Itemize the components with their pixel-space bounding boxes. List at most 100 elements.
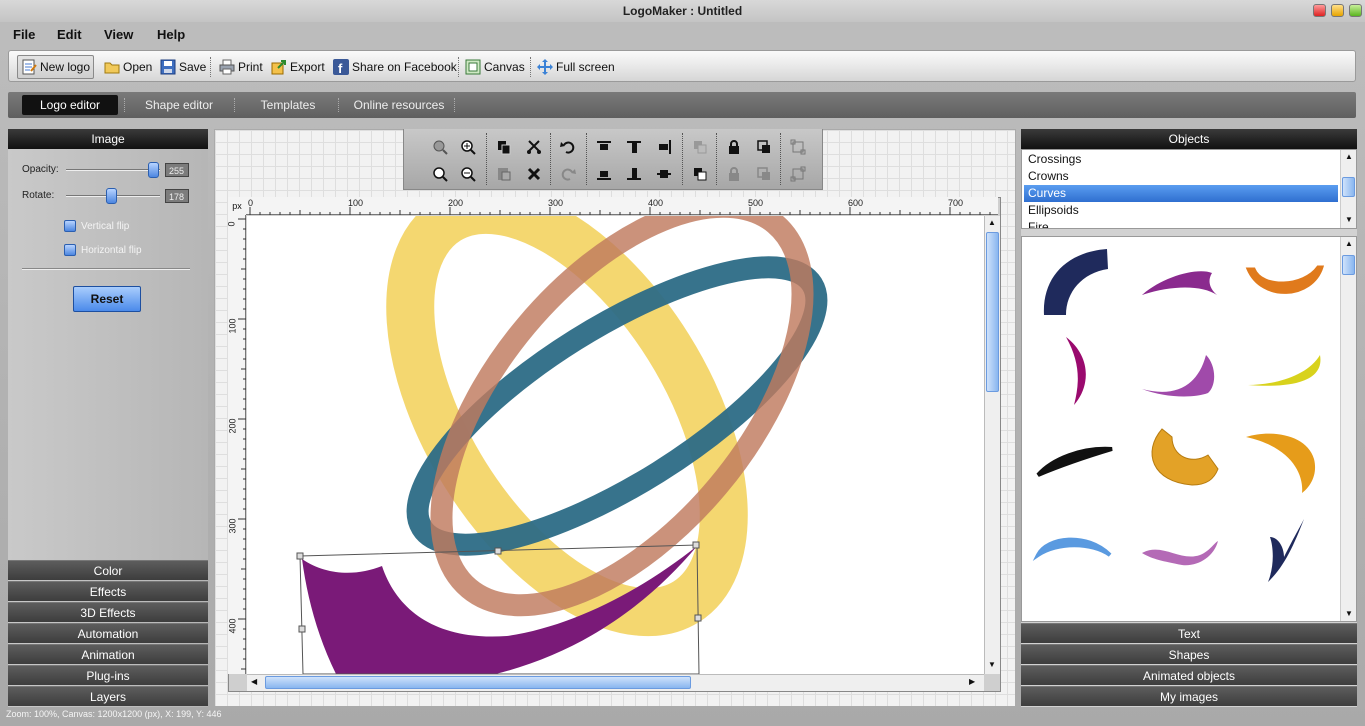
paste-icon[interactable] <box>494 164 514 184</box>
section-3d-effects[interactable]: 3D Effects <box>8 602 208 622</box>
transform-icon[interactable] <box>788 164 808 184</box>
list-item[interactable]: Crowns <box>1024 168 1338 185</box>
undo-icon[interactable] <box>558 137 578 157</box>
copy-icon[interactable] <box>494 137 514 157</box>
ungroup-icon[interactable] <box>754 164 774 184</box>
opacity-value[interactable]: 255 <box>165 163 189 177</box>
list-item[interactable]: Crossings <box>1024 151 1338 168</box>
canvas-horizontal-scrollbar[interactable]: ◀ ▶ <box>247 674 984 691</box>
scroll-down-arrow-icon[interactable]: ▼ <box>988 660 996 669</box>
scroll-up-arrow-icon[interactable]: ▲ <box>988 218 996 227</box>
curve-thumbnail[interactable] <box>1142 541 1218 566</box>
horizontal-flip-checkbox[interactable] <box>64 244 76 256</box>
list-scroll-thumb[interactable] <box>1342 177 1355 197</box>
tab-shape-editor[interactable]: Shape editor <box>138 95 220 115</box>
canvas-vertical-scrollbar[interactable]: ▲ ▼ <box>984 216 1000 674</box>
send-backward-icon[interactable] <box>690 164 710 184</box>
curve-thumbnail[interactable] <box>1246 433 1316 493</box>
align-right-icon[interactable] <box>654 137 674 157</box>
zoom-reset-icon[interactable] <box>430 164 450 184</box>
opacity-slider-thumb[interactable] <box>148 162 159 178</box>
curve-thumbnail[interactable] <box>1142 271 1217 295</box>
maximize-window-button[interactable] <box>1349 4 1362 17</box>
align-center-horizontal-icon[interactable] <box>624 137 644 157</box>
zoom-out-icon[interactable] <box>458 164 478 184</box>
section-my-images[interactable]: My images <box>1021 686 1357 706</box>
align-middle-icon[interactable] <box>654 164 674 184</box>
scroll-down-arrow-icon[interactable]: ▼ <box>1345 215 1353 224</box>
list-item[interactable]: Ellipsoids <box>1024 202 1338 219</box>
curve-thumbnail[interactable] <box>1036 446 1113 477</box>
section-plugins[interactable]: Plug-ins <box>8 665 208 685</box>
unlock-icon[interactable] <box>724 164 744 184</box>
vertical-flip-checkbox[interactable] <box>64 220 76 232</box>
gallery-scrollbar[interactable]: ▲ ▼ <box>1340 237 1356 621</box>
horizontal-scroll-thumb[interactable] <box>265 676 691 689</box>
open-button[interactable]: Open <box>101 55 155 79</box>
reset-button[interactable]: Reset <box>73 286 141 312</box>
menu-help[interactable]: Help <box>157 27 185 42</box>
lock-icon[interactable] <box>724 137 744 157</box>
tab-logo-editor[interactable]: Logo editor <box>22 95 118 115</box>
section-text[interactable]: Text <box>1021 623 1357 643</box>
scroll-left-arrow-icon[interactable]: ◀ <box>251 677 257 686</box>
section-animation[interactable]: Animation <box>8 644 208 664</box>
zoom-fit-icon[interactable] <box>430 137 450 157</box>
menu-edit[interactable]: Edit <box>57 27 82 42</box>
vertical-scroll-thumb[interactable] <box>986 232 999 392</box>
logo-canvas[interactable] <box>247 216 984 674</box>
menu-file[interactable]: File <box>13 27 35 42</box>
canvas-button[interactable]: Canvas <box>462 55 528 79</box>
align-center-vertical-icon[interactable] <box>624 164 644 184</box>
curve-thumbnail[interactable] <box>1032 537 1112 562</box>
new-logo-button[interactable]: New logo <box>17 55 95 79</box>
section-effects[interactable]: Effects <box>8 581 208 601</box>
cut-icon[interactable] <box>524 137 544 157</box>
scroll-up-arrow-icon[interactable]: ▲ <box>1345 239 1353 248</box>
align-top-icon[interactable] <box>594 137 614 157</box>
fullscreen-button[interactable]: Full screen <box>534 55 618 79</box>
section-color[interactable]: Color <box>8 560 208 580</box>
delete-icon[interactable] <box>524 164 544 184</box>
menu-view[interactable]: View <box>104 27 133 42</box>
shape-gallery[interactable]: ▲ ▼ <box>1021 236 1357 622</box>
tab-templates[interactable]: Templates <box>252 95 324 115</box>
crop-icon[interactable] <box>788 137 808 157</box>
section-automation[interactable]: Automation <box>8 623 208 643</box>
close-window-button[interactable] <box>1313 4 1326 17</box>
curve-thumbnail[interactable] <box>1043 249 1108 315</box>
bring-forward-icon[interactable] <box>690 137 710 157</box>
section-shapes[interactable]: Shapes <box>1021 644 1357 664</box>
object-list-scrollbar[interactable]: ▲ ▼ <box>1340 150 1356 228</box>
curve-thumbnail[interactable] <box>1142 355 1215 397</box>
section-animated-objects[interactable]: Animated objects <box>1021 665 1357 685</box>
tab-online-resources[interactable]: Online resources <box>350 95 448 115</box>
list-item[interactable]: Fire <box>1024 219 1338 228</box>
redo-icon[interactable] <box>558 164 578 184</box>
curve-thumbnail[interactable] <box>1066 337 1086 405</box>
image-panel-header[interactable]: Image <box>8 129 208 149</box>
objects-panel-header[interactable]: Objects <box>1021 129 1357 149</box>
curve-thumbnail[interactable] <box>1245 265 1325 294</box>
curve-thumbnail[interactable] <box>1248 355 1321 386</box>
group-icon[interactable] <box>754 137 774 157</box>
export-button[interactable]: Export <box>268 55 328 79</box>
scroll-up-arrow-icon[interactable]: ▲ <box>1345 152 1353 161</box>
share-facebook-button[interactable]: f Share on Facebook <box>330 55 460 79</box>
minimize-window-button[interactable] <box>1331 4 1344 17</box>
gallery-scroll-thumb[interactable] <box>1342 255 1355 275</box>
object-category-list[interactable]: Crossings Crowns Curves Ellipsoids Fire … <box>1021 149 1357 229</box>
section-layers[interactable]: Layers <box>8 686 208 706</box>
align-bottom-icon[interactable] <box>594 164 614 184</box>
rotate-value[interactable]: 178 <box>165 189 189 203</box>
zoom-in-icon[interactable] <box>458 137 478 157</box>
opacity-slider-track[interactable] <box>66 169 160 171</box>
scroll-right-arrow-icon[interactable]: ▶ <box>969 677 975 686</box>
list-item-selected[interactable]: Curves <box>1024 185 1338 202</box>
curve-thumbnail[interactable] <box>1268 519 1304 582</box>
curve-thumbnail[interactable] <box>1151 428 1219 486</box>
print-button[interactable]: Print <box>216 55 266 79</box>
scroll-down-arrow-icon[interactable]: ▼ <box>1345 609 1353 618</box>
rotate-slider-thumb[interactable] <box>106 188 117 204</box>
save-button[interactable]: Save <box>157 55 209 79</box>
